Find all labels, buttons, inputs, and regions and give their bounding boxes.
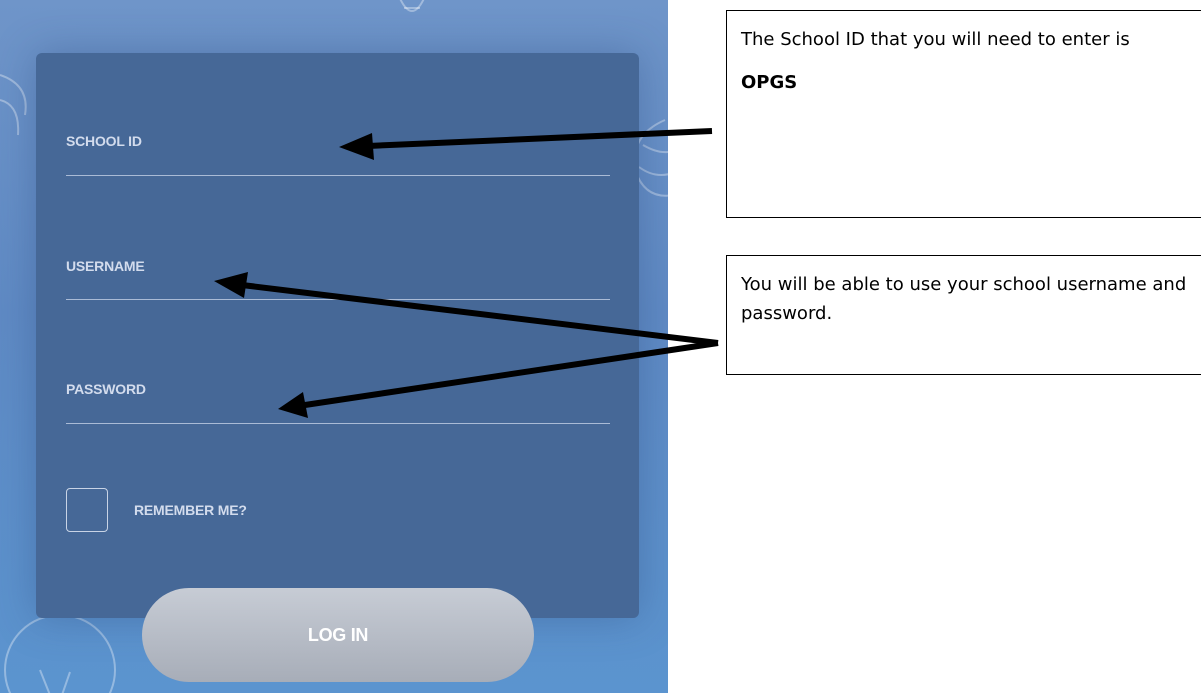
credentials-callout: You will be able to use your school user… [726, 255, 1201, 375]
login-button[interactable]: LOG IN [142, 588, 534, 682]
remember-me-checkbox[interactable] [66, 488, 108, 532]
school-id-input[interactable] [66, 175, 610, 176]
school-id-callout: The School ID that you will need to ente… [726, 10, 1201, 218]
lightbulb-doodle-icon [399, 0, 425, 12]
password-label: PASSWORD [66, 381, 146, 397]
credentials-callout-text: You will be able to use your school user… [741, 274, 1187, 324]
school-id-callout-text: The School ID that you will need to ente… [741, 29, 1130, 50]
password-input[interactable] [66, 423, 610, 424]
login-screenshot: SCHOOL ID USERNAME PASSWORD REMEMBER ME?… [0, 0, 668, 693]
username-input[interactable] [66, 299, 610, 300]
school-id-label: SCHOOL ID [66, 133, 142, 149]
remember-me-label[interactable]: REMEMBER ME? [134, 502, 247, 518]
rocket-doodle-icon [0, 74, 27, 136]
username-label: USERNAME [66, 258, 145, 274]
school-id-code: OPGS [741, 72, 798, 93]
